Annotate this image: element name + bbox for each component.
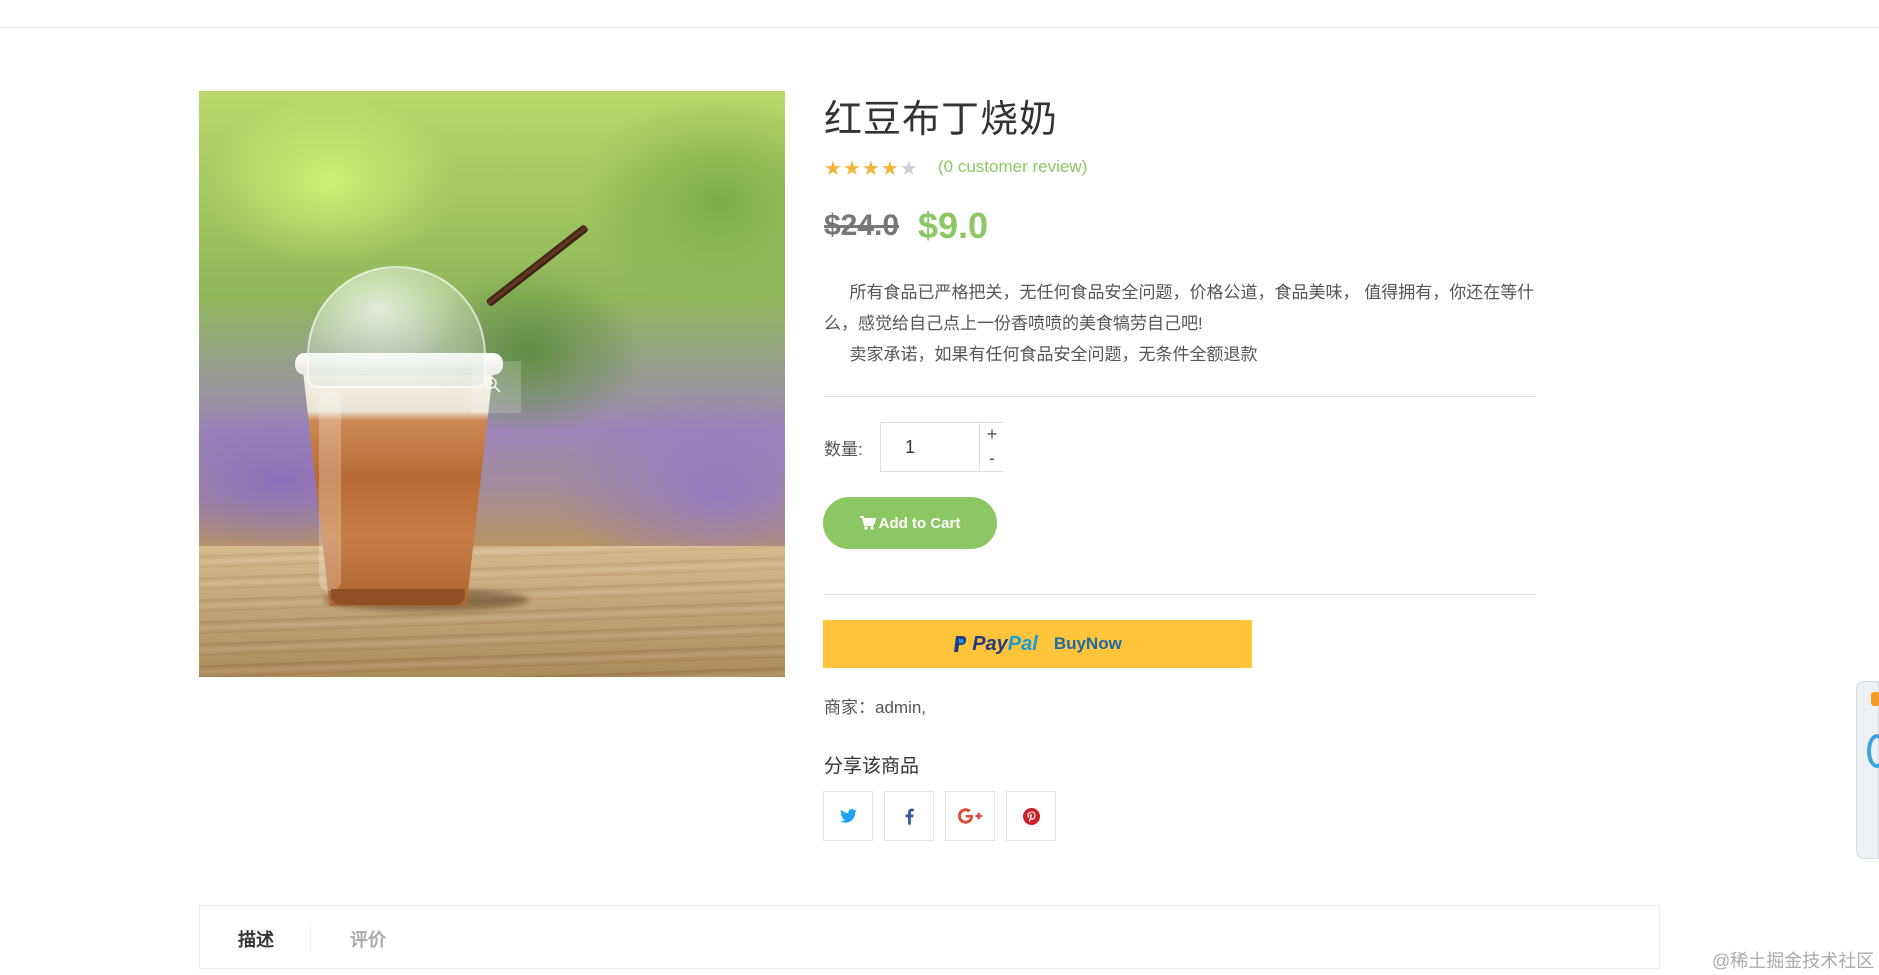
paypal-pay-text: Pay (972, 632, 1008, 655)
top-header-bar (0, 0, 1879, 28)
floating-side-widget[interactable] (1856, 681, 1879, 859)
add-to-cart-button[interactable]: Add to Cart (823, 497, 997, 549)
widget-badge-icon (1871, 692, 1879, 706)
sale-price: $9.0 (918, 205, 989, 246)
watermark: @稀土掘金技术社区 (1712, 951, 1875, 971)
description-text-1: 所有食品已严格把关，无任何食品安全问题，价格公道，食品美味， 值得拥有，你还在等… (824, 283, 1535, 333)
image-straw (485, 223, 589, 308)
star-filled-icon: ★ (824, 158, 843, 180)
share-pinterest-button[interactable] (1006, 791, 1056, 841)
customer-review-link[interactable]: (0 customer review) (938, 157, 1087, 177)
product-description: 所有食品已严格把关，无任何食品安全问题，价格公道，食品美味， 值得拥有，你还在等… (824, 277, 1539, 370)
paypal-buy-now-label: BuyNow (1053, 634, 1122, 653)
paypal-p-icon (954, 636, 967, 652)
product-title: 红豆布丁烧奶 (824, 99, 1059, 141)
tab-separator (310, 926, 311, 952)
paypal-logo: PayPal (953, 633, 1038, 656)
share-twitter-button[interactable] (823, 791, 873, 841)
image-cup-dome (307, 266, 486, 388)
share-facebook-button[interactable] (884, 791, 934, 841)
share-title: 分享该商品 (824, 756, 920, 777)
description-line-1: 所有食品已严格把关，无任何食品安全问题，价格公道，食品美味， 值得拥有，你还在等… (824, 277, 1539, 339)
quantity-decrease-button[interactable]: - (979, 447, 1004, 471)
zoom-button[interactable] (471, 361, 521, 413)
shopping-cart-icon (859, 516, 876, 530)
twitter-icon (839, 809, 857, 823)
share-google-plus-button[interactable] (945, 791, 995, 841)
quantity-increase-button[interactable]: + (979, 423, 1004, 448)
quantity-label: 数量: (824, 440, 863, 459)
description-line-2: 卖家承诺，如果有任何食品安全问题，无条件全额退款 (824, 339, 1539, 370)
tab-description[interactable]: 描述 (238, 926, 274, 952)
rating-stars: ★★★★★ (824, 156, 919, 181)
product-image[interactable] (199, 91, 785, 677)
tab-reviews[interactable]: 评价 (350, 926, 386, 952)
zoom-in-icon (485, 377, 501, 393)
original-price: $24.0 (824, 209, 900, 242)
description-text-2: 卖家承诺，如果有任何食品安全问题，无条件全额退款 (849, 345, 1258, 364)
divider-bottom (824, 594, 1536, 595)
image-cup-base (331, 589, 465, 605)
merchant-info: 商家：admin, (824, 698, 927, 717)
widget-ring-icon (1867, 734, 1879, 768)
star-empty-icon: ★ (899, 158, 919, 180)
quantity-input[interactable] (881, 423, 979, 471)
image-table-surface (199, 546, 785, 677)
divider-top (824, 396, 1536, 397)
add-to-cart-label: Add to Cart (878, 514, 961, 532)
pinterest-icon (1022, 807, 1040, 825)
google-plus-icon (958, 808, 982, 824)
star-filled-icon: ★ (861, 158, 881, 180)
star-filled-icon: ★ (842, 158, 862, 180)
quantity-stepper: + - (880, 422, 1004, 472)
product-tabs: 描述 评价 (199, 905, 1660, 969)
facebook-icon (905, 808, 914, 825)
star-filled-icon: ★ (880, 158, 900, 180)
image-cup-gloss (319, 391, 341, 591)
paypal-pal-text: Pal (1007, 632, 1038, 655)
paypal-buy-now-button[interactable]: PayPal BuyNow (823, 620, 1252, 668)
